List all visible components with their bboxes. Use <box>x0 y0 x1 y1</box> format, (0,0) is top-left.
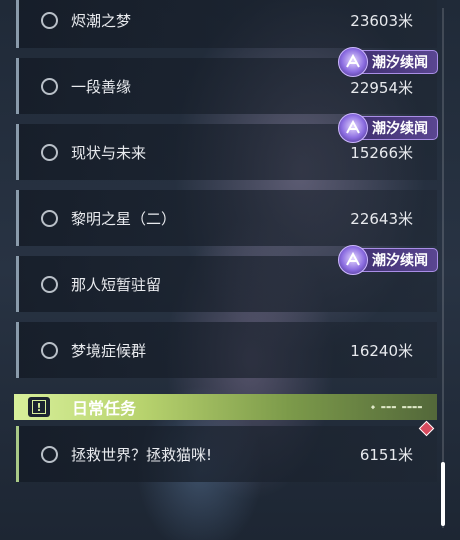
quest-title: 黎明之星（二） <box>71 209 177 228</box>
quest-distance: 23603米 <box>350 11 413 30</box>
badge-label: 潮汐续闻 <box>372 121 428 137</box>
badge-label: 潮汐续闻 <box>372 55 428 71</box>
quest-radio-icon[interactable] <box>41 77 58 95</box>
badge-label: 潮汐续闻 <box>372 253 428 269</box>
quest-distance: 22954米 <box>350 79 413 97</box>
quest-title: 拯救世界？拯救猫咪! <box>71 445 213 464</box>
quest-title: 现状与未来 <box>71 143 147 162</box>
quest-radio-icon[interactable] <box>41 341 58 359</box>
quest-title: 烬潮之梦 <box>71 11 132 30</box>
tide-story-badge: 潮汐续闻 <box>338 47 438 77</box>
quest-distance: 22643米 <box>350 209 413 228</box>
quest-title: 一段善缘 <box>71 77 132 96</box>
quest-list: 烬潮之梦 23603米 一段善缘 22954米 潮汐续闻 现状与未来 15266… <box>0 0 460 540</box>
daily-quests-header[interactable]: ! 日常任务 ◆ ▬▬▬ ▬▬▬▬ <box>14 394 437 420</box>
section-decoration: ◆ ▬▬▬ ▬▬▬▬ <box>370 403 423 411</box>
quest-row[interactable]: 梦境症候群 16240米 <box>16 322 437 378</box>
quest-distance: 16240米 <box>350 341 413 360</box>
tide-emblem-icon <box>338 113 368 143</box>
quest-radio-icon[interactable] <box>41 275 58 293</box>
quest-distance: 6151米 <box>359 445 413 464</box>
tide-emblem-icon <box>338 47 368 77</box>
quest-row[interactable]: 烬潮之梦 23603米 <box>16 0 437 48</box>
tide-story-badge: 潮汐续闻 <box>338 245 438 275</box>
scrollbar-track[interactable] <box>442 8 444 528</box>
quest-radio-icon[interactable] <box>41 209 58 227</box>
quest-title: 那人短暂驻留 <box>71 275 162 294</box>
quest-row[interactable]: 黎明之星（二） 22643米 <box>16 190 437 246</box>
quest-radio-icon[interactable] <box>41 143 58 161</box>
daily-quest-row[interactable]: 拯救世界？拯救猫咪! 6151米 <box>16 426 437 482</box>
quest-distance: 15266米 <box>350 143 413 162</box>
quest-radio-icon[interactable] <box>41 11 58 29</box>
alert-icon: ! <box>28 397 50 417</box>
tide-story-badge: 潮汐续闻 <box>338 113 438 143</box>
tide-emblem-icon <box>338 245 368 275</box>
scrollbar-thumb[interactable] <box>441 462 445 526</box>
section-title: 日常任务 <box>72 399 137 418</box>
quest-title: 梦境症候群 <box>71 341 147 360</box>
quest-radio-icon[interactable] <box>41 445 58 463</box>
